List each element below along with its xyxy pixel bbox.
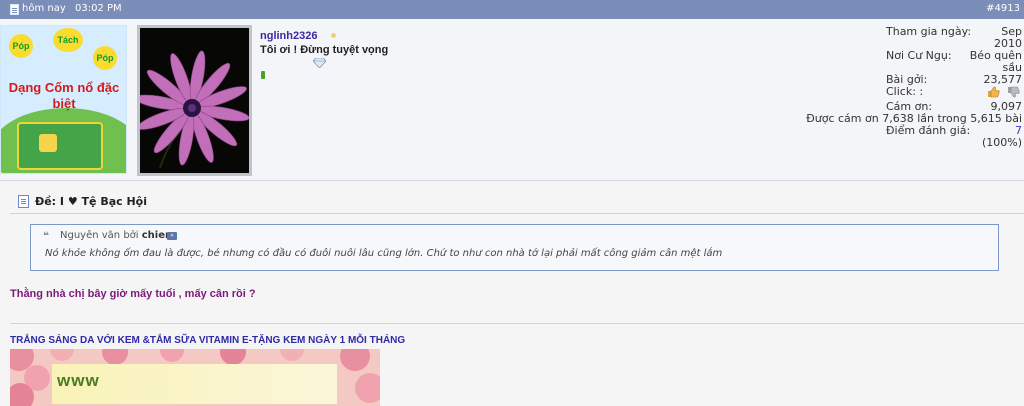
signature-divider xyxy=(10,323,1024,324)
avatar[interactable] xyxy=(137,25,252,176)
thumbs-up-icon[interactable] xyxy=(987,86,1000,98)
signature-banner[interactable]: www xyxy=(10,349,380,406)
document-icon xyxy=(10,4,19,15)
quote-box: ❝ Nguyên văn bởi chien » Nó khỏe không ố… xyxy=(30,224,999,271)
rose-decoration xyxy=(280,349,304,361)
rose-decoration xyxy=(160,349,184,362)
thumbs-down-icon[interactable] xyxy=(1007,86,1020,98)
quote-header: Nguyên văn bởi chien xyxy=(60,230,172,241)
quote-icon: ❝ xyxy=(43,231,49,242)
rose-decoration xyxy=(50,349,74,361)
quote-text: Nó khỏe không ốm đau là được, bé nhưng c… xyxy=(45,248,723,259)
quote-header-prefix: Nguyên văn bởi xyxy=(60,230,139,241)
click-icons xyxy=(987,86,1021,101)
ad-pop-badge: Póp xyxy=(93,46,117,70)
click-label: Click: : xyxy=(886,85,924,98)
user-info-panel: Póp Tách Póp Dạng Cốm nổ đặc biệt nglinh… xyxy=(0,19,1024,181)
post-date: hôm nay xyxy=(22,3,66,14)
rating-percent: (100%) xyxy=(981,136,1022,149)
ad-pop-badge: Póp xyxy=(9,34,33,58)
reply-text: Thằng nhà chị bây giờ mấy tuổi , mấy cân… xyxy=(10,288,256,300)
rose-decoration xyxy=(340,349,370,371)
reputation-bar xyxy=(261,71,265,79)
banner-www-text: www xyxy=(57,371,100,390)
user-title: Tôi ơi ! Đừng tuyệt vọng xyxy=(260,44,389,56)
online-status-icon xyxy=(331,33,336,38)
ad-pop-badge: Tách xyxy=(53,28,83,52)
signature-link[interactable]: TRẮNG SÁNG DA VỚI KEM &TẮM SỮA VITAMIN E… xyxy=(10,335,405,346)
location-row: Nơi Cư Ngụ: Béo quên xyxy=(799,50,1022,62)
location-label: Nơi Cư Ngụ: xyxy=(886,49,952,62)
post-content: Đề: I ♥ Tệ Bạc Hội ❝ Nguyên văn bởi chie… xyxy=(0,182,1024,406)
ad-banner[interactable]: Póp Tách Póp Dạng Cốm nổ đặc biệt xyxy=(0,25,127,174)
post-number-link[interactable]: #4913 xyxy=(986,3,1020,14)
title-divider xyxy=(10,213,1024,214)
join-date-row: Tham gia ngày: Sep xyxy=(799,26,1022,38)
view-post-icon[interactable]: » xyxy=(167,232,177,240)
post-document-icon xyxy=(18,195,29,208)
ad-title: Dạng Cốm nổ đặc biệt xyxy=(8,80,120,111)
post-time: 03:02 PM xyxy=(75,3,122,14)
ad-product-box xyxy=(17,122,103,170)
diamond-rank-icon xyxy=(313,58,326,68)
post-header-bar: hôm nay 03:02 PM #4913 xyxy=(0,0,1024,19)
join-date-label: Tham gia ngày: xyxy=(886,25,972,38)
posts-value: 23,577 xyxy=(983,73,1023,86)
user-stats: Tham gia ngày: Sep 2010 Nơi Cư Ngụ: Béo … xyxy=(799,26,1022,149)
rating-row-2: (100%) xyxy=(799,137,1022,149)
rose-decoration xyxy=(220,349,246,365)
rose-decoration xyxy=(355,373,380,403)
rating-label: Điểm đánh giá: xyxy=(886,124,971,137)
rose-decoration xyxy=(102,349,128,365)
flower-avatar-image xyxy=(140,28,249,173)
post-title: Đề: I ♥ Tệ Bạc Hội xyxy=(35,195,148,208)
username-link[interactable]: nglinh2326 xyxy=(260,30,317,42)
click-row: Click: : xyxy=(799,86,1022,98)
